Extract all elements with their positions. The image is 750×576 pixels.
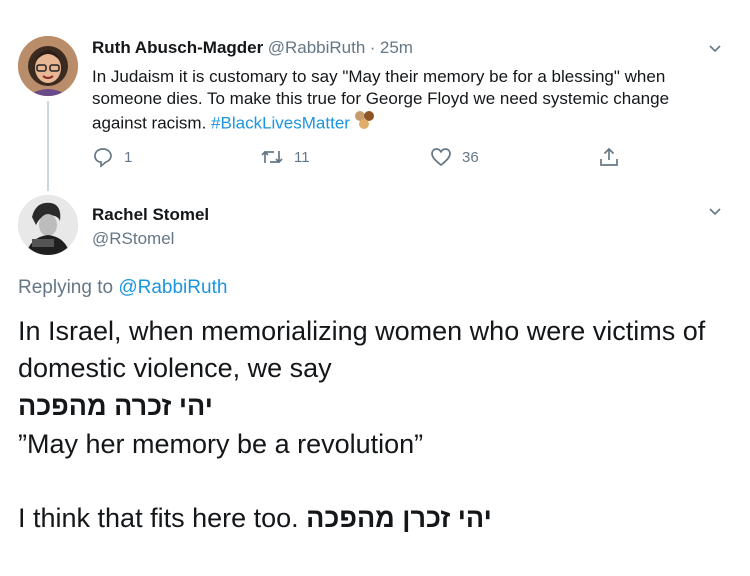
- retweet-icon: [261, 150, 283, 164]
- reply-button[interactable]: 1: [92, 146, 132, 168]
- separator: ·: [369, 38, 376, 57]
- reply-count: 1: [124, 148, 133, 166]
- author-handle[interactable]: @RabbiRuth: [268, 38, 366, 57]
- tweet1-actions: 1 11 36: [92, 146, 632, 170]
- reply-icon: [94, 148, 112, 168]
- hashtag-link[interactable]: #BlackLivesMatter: [211, 113, 350, 132]
- tweet-body: In Judaism it is customary to say "May t…: [92, 67, 670, 133]
- tweet2-final: I think that fits here too. יהי זכרן מהפ…: [18, 500, 492, 537]
- share-button[interactable]: [598, 146, 630, 168]
- like-count: 36: [462, 148, 479, 166]
- chevron-down-icon[interactable]: [708, 42, 722, 56]
- retweet-count: 11: [294, 148, 310, 166]
- avatar-rachel[interactable]: [18, 195, 78, 255]
- replying-handle-link[interactable]: @RabbiRuth: [118, 277, 227, 298]
- tweet2-quote: ”May her memory be a revolution”: [18, 429, 424, 459]
- thread-line: [47, 101, 49, 191]
- like-button[interactable]: 36: [430, 146, 479, 168]
- like-icon: [431, 148, 451, 167]
- author-name[interactable]: Ruth Abusch-Magder: [92, 38, 263, 57]
- final-hebrew: יהי זכרן מהפכה: [306, 503, 492, 533]
- author-name[interactable]: Rachel Stomel: [92, 205, 209, 225]
- replying-to: Replying to @RabbiRuth: [18, 277, 227, 299]
- tweet1-header: Ruth Abusch-Magder @RabbiRuth · 25m: [92, 38, 413, 58]
- tweet2-hebrew: יהי זכרה מהפכה: [18, 391, 213, 421]
- tweet1-text: In Judaism it is customary to say "May t…: [92, 66, 712, 138]
- tweet2-line1: In Israel, when memorializing women who …: [18, 316, 706, 383]
- chevron-down-icon[interactable]: [708, 205, 722, 219]
- retweet-button[interactable]: 11: [260, 146, 310, 168]
- avatar-ruth[interactable]: [18, 36, 78, 96]
- author-handle[interactable]: @RStomel: [92, 229, 174, 249]
- tweet-time[interactable]: 25m: [380, 38, 413, 57]
- final-text: I think that fits here too.: [18, 503, 307, 533]
- hand-emoji-icon: [354, 110, 376, 138]
- replying-prefix: Replying to: [18, 277, 114, 298]
- share-icon: [600, 147, 618, 166]
